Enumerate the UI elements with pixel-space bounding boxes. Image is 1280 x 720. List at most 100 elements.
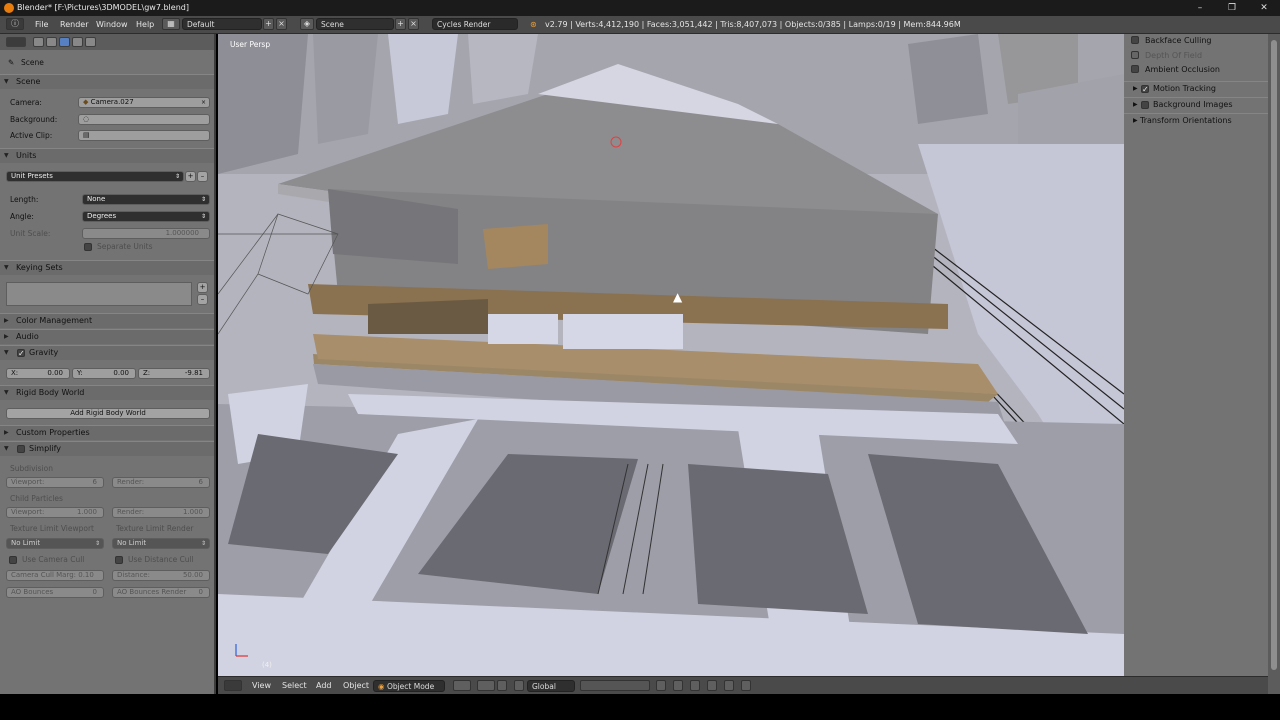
- menu-object[interactable]: Object: [343, 677, 369, 694]
- background-field[interactable]: ◌: [78, 114, 210, 125]
- render-preview-icon[interactable]: [724, 680, 734, 691]
- gravity-y-field[interactable]: Y: 0.00: [72, 368, 136, 379]
- keying-sets-list[interactable]: [6, 282, 192, 306]
- editor-type-icon[interactable]: ⓘ: [6, 18, 24, 30]
- backface-culling-checkbox[interactable]: [1131, 36, 1139, 44]
- panel-units[interactable]: ▼ Units: [0, 148, 214, 163]
- add-rigid-body-world-button[interactable]: Add Rigid Body World: [6, 408, 210, 419]
- remove-preset-button[interactable]: –: [197, 171, 208, 182]
- menu-window[interactable]: Window: [96, 16, 128, 33]
- panel-gravity[interactable]: ▼ Gravity: [0, 345, 214, 361]
- layout-grid-icon[interactable]: ▦: [162, 18, 180, 30]
- add-preset-button[interactable]: +: [185, 171, 196, 182]
- gravity-x-field[interactable]: X: 0.00: [6, 368, 70, 379]
- editor-type-icon[interactable]: [6, 37, 26, 47]
- remove-keying-set-button[interactable]: –: [197, 294, 208, 305]
- panel-background-images[interactable]: ▶ Background Images: [1124, 97, 1268, 112]
- distance-field[interactable]: Distance: 50.00: [112, 570, 210, 581]
- world-context-icon[interactable]: [72, 37, 83, 47]
- snap-target-icon[interactable]: [707, 680, 717, 691]
- window-title: Blender* [F:\Pictures\3DMODEL\gw7.blend]: [17, 3, 189, 12]
- editor-type-icon[interactable]: [224, 680, 242, 691]
- render-layers-icon[interactable]: [46, 37, 57, 47]
- camera-cull-margin-field[interactable]: Camera Cull Marg: 0.10: [6, 570, 104, 581]
- pin-icon[interactable]: ✎: [8, 58, 14, 68]
- menu-view[interactable]: View: [252, 677, 271, 694]
- menu-render[interactable]: Render: [60, 16, 88, 33]
- use-camera-cull-checkbox[interactable]: [9, 556, 17, 564]
- scene-icon[interactable]: ◈: [300, 18, 314, 30]
- expand-arrow-icon: ▼: [4, 389, 9, 396]
- layout-field[interactable]: Default: [182, 18, 262, 30]
- shelf-scrollbar[interactable]: [1268, 34, 1280, 694]
- gravity-z-field[interactable]: Z: -9.81: [138, 368, 210, 379]
- subdivision-render-field[interactable]: Render: 6: [112, 477, 210, 488]
- mode-select[interactable]: ◉ Object Mode: [373, 680, 445, 692]
- panel-rigid-body-world[interactable]: ▼ Rigid Body World: [0, 385, 214, 400]
- manipulator-toggle-icon[interactable]: [497, 680, 507, 691]
- subdivision-viewport-field[interactable]: Viewport: 6: [6, 477, 104, 488]
- snap-icon[interactable]: [690, 680, 700, 691]
- expand-arrow-icon: ▼: [4, 264, 9, 271]
- pivot-point-icon[interactable]: [477, 680, 495, 691]
- ao-bounces-render-field[interactable]: AO Bounces Render 0: [112, 587, 210, 598]
- remove-layout-button[interactable]: ×: [276, 18, 287, 30]
- viewport-shading-icon[interactable]: [453, 680, 471, 691]
- panel-audio[interactable]: ▶ Audio: [0, 329, 214, 344]
- motion-tracking-checkbox[interactable]: [1141, 83, 1149, 97]
- background-images-checkbox[interactable]: [1141, 101, 1149, 109]
- close-window-button[interactable]: ✕: [1248, 0, 1280, 16]
- backface-culling-label: Backface Culling: [1145, 36, 1212, 45]
- layer-buttons[interactable]: [580, 680, 650, 691]
- mouse-cursor-icon: ▲: [673, 290, 683, 304]
- panel-transform-orientations[interactable]: ▶ Transform Orientations: [1124, 113, 1268, 128]
- translate-manipulator-icon[interactable]: [514, 680, 524, 691]
- panel-custom-properties[interactable]: ▶ Custom Properties: [0, 425, 214, 440]
- length-select[interactable]: None ⇕: [82, 194, 210, 205]
- add-keying-set-button[interactable]: +: [197, 282, 208, 293]
- texture-limit-viewport-select[interactable]: No Limit ⇕: [6, 538, 104, 549]
- remove-scene-button[interactable]: ×: [408, 18, 419, 30]
- maximize-button[interactable]: ❐: [1216, 0, 1248, 16]
- menu-select[interactable]: Select: [282, 677, 307, 694]
- object-context-icon[interactable]: [85, 37, 96, 47]
- child-particles-render-field[interactable]: Render: 1.000: [112, 507, 210, 518]
- angle-select[interactable]: Degrees ⇕: [82, 211, 210, 222]
- child-particles-viewport-field[interactable]: Viewport: 1.000: [6, 507, 104, 518]
- ao-bounces-field[interactable]: AO Bounces 0: [6, 587, 104, 598]
- transform-orientation-select[interactable]: Global: [527, 680, 575, 692]
- panel-scene[interactable]: ▼ Scene: [0, 74, 214, 89]
- separate-units-checkbox[interactable]: [84, 243, 92, 251]
- menu-add[interactable]: Add: [316, 677, 332, 694]
- unit-scale-field[interactable]: 1.000000: [82, 228, 210, 239]
- menu-file[interactable]: File: [35, 16, 48, 33]
- gravity-checkbox[interactable]: [17, 347, 25, 361]
- clear-icon[interactable]: ×: [201, 98, 206, 107]
- active-clip-field[interactable]: ▤: [78, 130, 210, 141]
- add-scene-button[interactable]: +: [395, 18, 406, 30]
- 3d-viewport[interactable]: User Persp (4) ▲: [218, 34, 1124, 676]
- menu-help[interactable]: Help: [136, 16, 154, 33]
- use-distance-cull-checkbox[interactable]: [115, 556, 123, 564]
- panel-motion-tracking[interactable]: ▶ Motion Tracking: [1124, 81, 1268, 97]
- depth-of-field-checkbox[interactable]: [1131, 51, 1139, 59]
- proportional-edit-icon[interactable]: [673, 680, 683, 691]
- add-layout-button[interactable]: +: [263, 18, 274, 30]
- scene-field[interactable]: Scene: [316, 18, 394, 30]
- ambient-occlusion-checkbox[interactable]: [1131, 65, 1139, 73]
- properties-editor: ✎ Scene ▼ Scene Camera: ◆ Camera.027 × Ba…: [0, 34, 216, 694]
- render-animation-icon[interactable]: [741, 680, 751, 691]
- camera-field[interactable]: ◆ Camera.027 ×: [78, 97, 210, 108]
- unit-presets-select[interactable]: Unit Presets ⇕: [6, 171, 184, 182]
- texture-limit-render-select[interactable]: No Limit ⇕: [112, 538, 210, 549]
- scene-context-icon[interactable]: [59, 37, 70, 47]
- simplify-checkbox[interactable]: [17, 445, 25, 453]
- render-context-icon[interactable]: [33, 37, 44, 47]
- minimize-button[interactable]: –: [1184, 0, 1216, 16]
- render-engine-select[interactable]: Cycles Render: [432, 18, 518, 30]
- panel-simplify[interactable]: ▼ Simplify: [0, 441, 214, 456]
- lock-layers-icon[interactable]: [656, 680, 666, 691]
- panel-keying-sets[interactable]: ▼ Keying Sets: [0, 260, 214, 275]
- panel-color-management[interactable]: ▶ Color Management: [0, 313, 214, 328]
- scrollbar-thumb[interactable]: [1271, 40, 1277, 670]
